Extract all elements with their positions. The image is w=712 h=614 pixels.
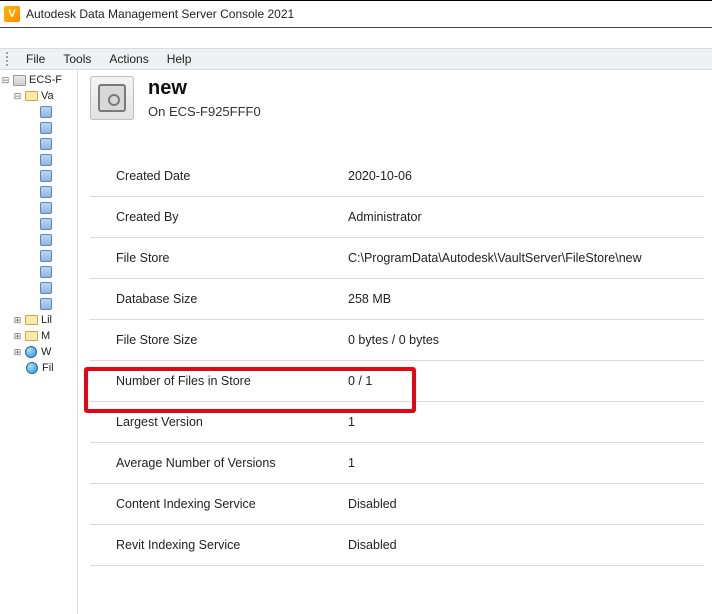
property-label: Database Size (116, 292, 348, 306)
expand-icon[interactable]: ⊞ (12, 347, 23, 358)
tree-label: Va (41, 90, 54, 102)
db-icon (38, 297, 54, 311)
content-panel: new On ECS-F925FFF0 Created Date2020-10-… (78, 70, 712, 614)
tree-item[interactable] (0, 232, 77, 248)
server-icon (11, 73, 27, 87)
property-label: Largest Version (116, 415, 348, 429)
property-value: Disabled (348, 497, 397, 511)
tree-vaults[interactable]: ⊟ Va (0, 88, 77, 104)
app-icon: V (4, 6, 20, 22)
menu-tools[interactable]: Tools (55, 50, 99, 68)
property-value: C:\ProgramData\Autodesk\VaultServer\File… (348, 251, 642, 265)
db-icon (38, 233, 54, 247)
tree-label: Fil (42, 362, 54, 374)
tree-item[interactable] (0, 104, 77, 120)
property-row: Database Size258 MB (90, 279, 704, 320)
db-icon (38, 153, 54, 167)
tree-item[interactable] (0, 200, 77, 216)
property-row: Content Indexing ServiceDisabled (90, 484, 704, 525)
property-row: File StoreC:\ProgramData\Autodesk\VaultS… (90, 238, 704, 279)
tree-item[interactable] (0, 136, 77, 152)
property-row: Revit Indexing ServiceDisabled (90, 525, 704, 566)
folder-icon (23, 89, 39, 103)
db-icon (38, 265, 54, 279)
property-label: Revit Indexing Service (116, 538, 348, 552)
tree-item[interactable] (0, 280, 77, 296)
collapse-icon[interactable]: ⊟ (0, 75, 11, 86)
spacer (0, 28, 712, 48)
tree-w[interactable]: ⊞ W (0, 344, 77, 360)
db-icon (38, 281, 54, 295)
db-icon (38, 249, 54, 263)
tree-label: Lil (41, 314, 52, 326)
db-icon (38, 121, 54, 135)
property-value: 258 MB (348, 292, 391, 306)
tree-label: W (41, 346, 51, 358)
property-row: File Store Size0 bytes / 0 bytes (90, 320, 704, 361)
property-value: 0 / 1 (348, 374, 372, 388)
db-icon (38, 185, 54, 199)
tree-panel: ⊟ ECS-F ⊟ Va ⊞ Lil ⊞ M (0, 70, 78, 614)
folder-icon (23, 313, 39, 327)
properties-list: Created Date2020-10-06 Created ByAdminis… (90, 156, 704, 566)
property-value: 1 (348, 415, 355, 429)
tree-fil[interactable]: Fil (0, 360, 77, 376)
titlebar: V Autodesk Data Management Server Consol… (0, 0, 712, 28)
expand-icon[interactable]: ⊞ (12, 331, 23, 342)
tree-item[interactable] (0, 184, 77, 200)
menu-file[interactable]: File (18, 50, 53, 68)
tree-root[interactable]: ⊟ ECS-F (0, 72, 77, 88)
collapse-icon[interactable]: ⊟ (12, 91, 23, 102)
property-value: 1 (348, 456, 355, 470)
globe-icon (24, 361, 40, 375)
property-row: Number of Files in Store0 / 1 (90, 361, 704, 402)
body: ⊟ ECS-F ⊟ Va ⊞ Lil ⊞ M (0, 70, 712, 614)
tree-item[interactable] (0, 264, 77, 280)
property-row: Created ByAdministrator (90, 197, 704, 238)
db-icon (38, 201, 54, 215)
property-row: Created Date2020-10-06 (90, 156, 704, 197)
db-icon (38, 105, 54, 119)
db-icon (38, 169, 54, 183)
property-label: Average Number of Versions (116, 456, 348, 470)
db-icon (38, 137, 54, 151)
tree-item[interactable] (0, 152, 77, 168)
menubar: File Tools Actions Help (0, 48, 712, 70)
tree-item[interactable] (0, 296, 77, 312)
menubar-grip (6, 52, 12, 66)
expand-icon[interactable]: ⊞ (12, 315, 23, 326)
tree-item[interactable] (0, 248, 77, 264)
tree-label: ECS-F (29, 74, 62, 86)
property-label: Content Indexing Service (116, 497, 348, 511)
subtitle-prefix: On (148, 104, 169, 119)
property-label: Number of Files in Store (116, 374, 348, 388)
property-label: Created Date (116, 169, 348, 183)
property-value: Disabled (348, 538, 397, 552)
vault-header: new On ECS-F925FFF0 (90, 76, 704, 128)
menu-actions[interactable]: Actions (101, 50, 156, 68)
window-title: Autodesk Data Management Server Console … (26, 7, 294, 21)
tree-item[interactable] (0, 120, 77, 136)
tree-item[interactable] (0, 216, 77, 232)
property-value: 0 bytes / 0 bytes (348, 333, 439, 347)
property-value: Administrator (348, 210, 422, 224)
property-label: Created By (116, 210, 348, 224)
vault-subtitle: On ECS-F925FFF0 (148, 104, 261, 119)
subtitle-host: ECS-F925FFF0 (169, 104, 261, 119)
globe-icon (23, 345, 39, 359)
vault-icon (90, 76, 134, 120)
tree-label: M (41, 330, 50, 342)
tree-item[interactable] (0, 168, 77, 184)
db-icon (38, 217, 54, 231)
menu-help[interactable]: Help (159, 50, 200, 68)
property-value: 2020-10-06 (348, 169, 412, 183)
folder-icon (23, 329, 39, 343)
vault-title: new (148, 77, 261, 100)
property-label: File Store (116, 251, 348, 265)
tree-management[interactable]: ⊞ M (0, 328, 77, 344)
tree-libraries[interactable]: ⊞ Lil (0, 312, 77, 328)
property-label: File Store Size (116, 333, 348, 347)
property-row: Largest Version1 (90, 402, 704, 443)
property-row: Average Number of Versions1 (90, 443, 704, 484)
